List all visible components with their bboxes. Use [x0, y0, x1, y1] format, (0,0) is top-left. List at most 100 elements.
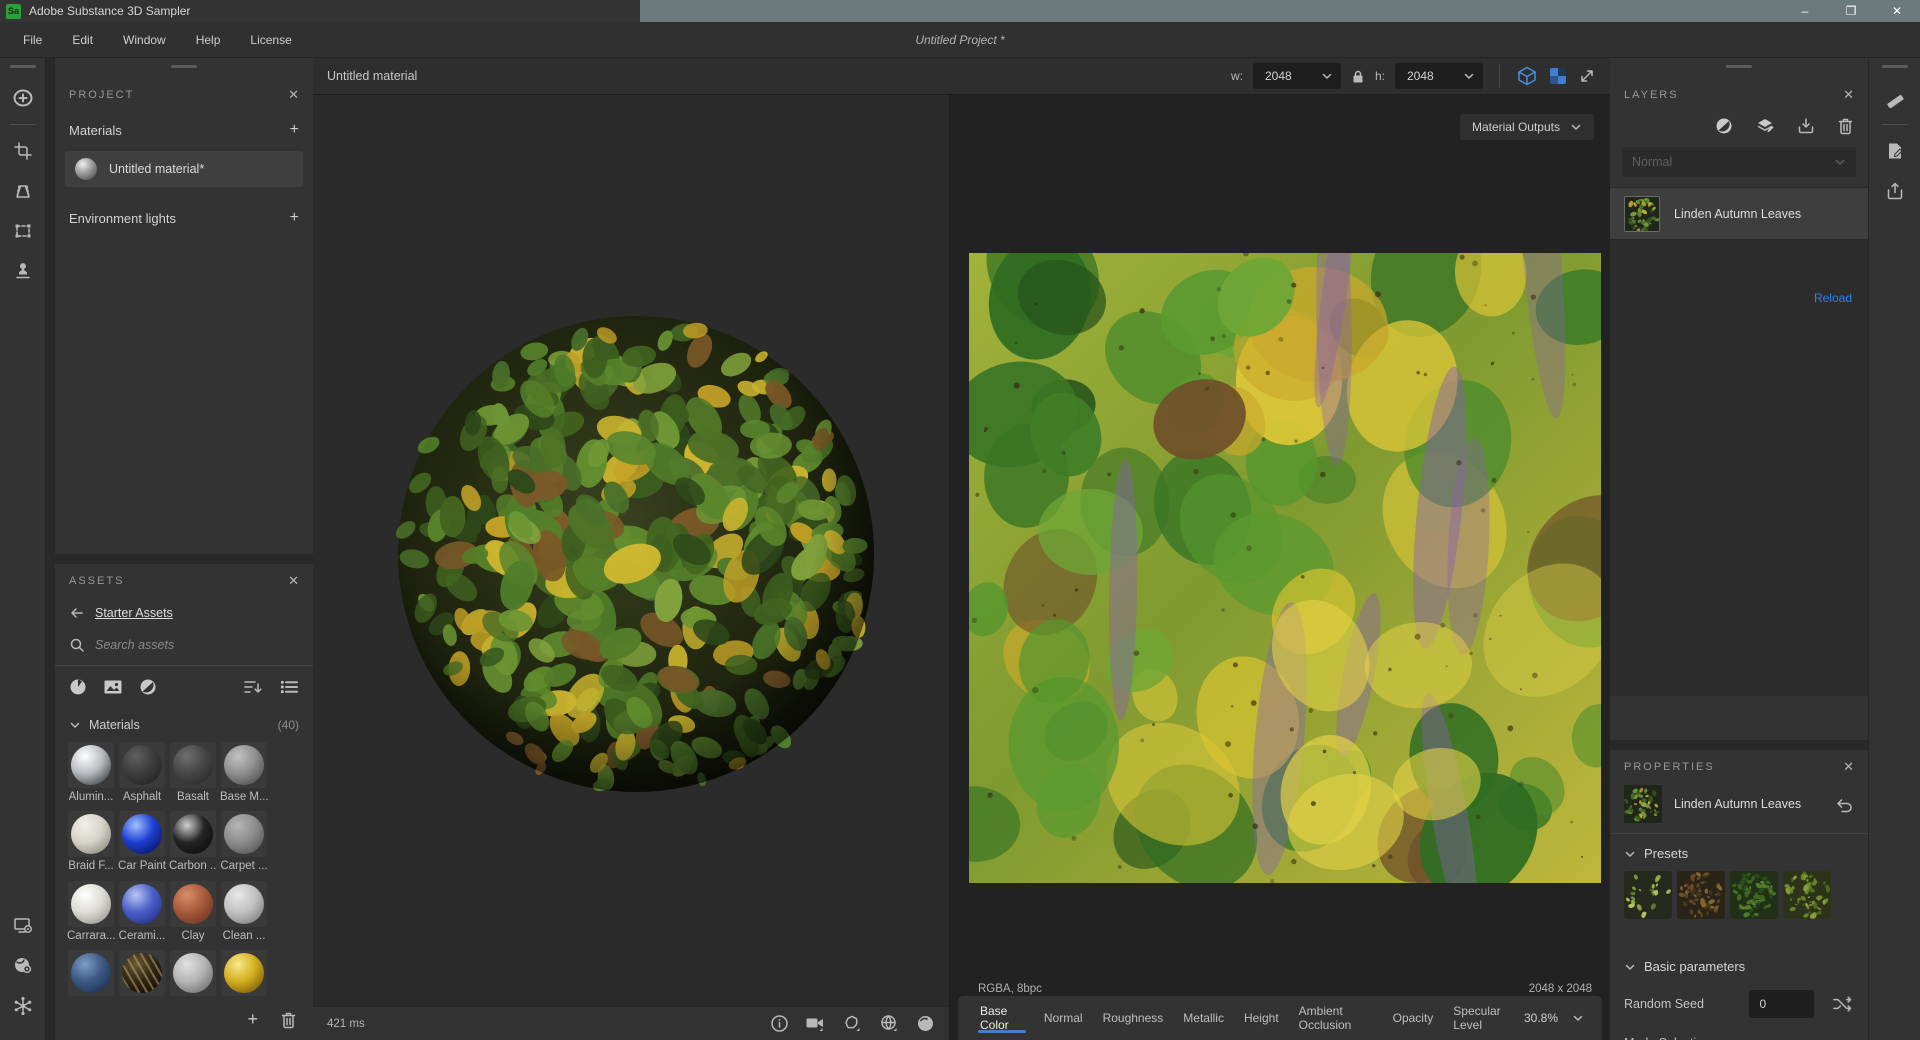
asset-thumbnail[interactable]	[68, 950, 114, 996]
asset-material-item[interactable]: Asphalt	[118, 742, 166, 805]
panel-drag-handle[interactable]	[10, 65, 36, 68]
asset-material-item[interactable]: Base M...	[220, 742, 268, 805]
blend-mode-select[interactable]: Normal	[1622, 147, 1856, 177]
assets-close-icon[interactable]: ✕	[288, 574, 299, 587]
asset-thumbnail[interactable]	[119, 742, 165, 788]
asset-thumbnail[interactable]	[170, 950, 216, 996]
expand-view-icon[interactable]	[1578, 67, 1596, 85]
asset-material-item[interactable]: Cerami...	[118, 881, 166, 944]
shaded-sphere-icon[interactable]	[916, 1014, 935, 1033]
export-sbsar-button[interactable]	[1877, 131, 1913, 171]
asset-thumbnail[interactable]	[68, 811, 114, 857]
crop-tool-button[interactable]	[5, 131, 41, 171]
asset-thumbnail[interactable]	[68, 881, 114, 927]
view-2d-icon[interactable]	[1548, 66, 1568, 86]
menu-help[interactable]: Help	[181, 33, 236, 47]
panel-drag-handle[interactable]	[1882, 65, 1908, 68]
preset-green[interactable]	[1730, 871, 1778, 919]
asset-material-item[interactable]: Alumin...	[67, 742, 115, 805]
zoom-control[interactable]: 30.8%	[1524, 1011, 1590, 1025]
lock-icon[interactable]	[1351, 69, 1365, 84]
asset-material-item[interactable]: Basalt	[169, 742, 217, 805]
project-close-icon[interactable]: ✕	[288, 88, 299, 101]
randomize-seed-icon[interactable]	[1832, 994, 1854, 1014]
preset-yellow-green[interactable]	[1783, 871, 1831, 919]
fill-layer-icon[interactable]	[1715, 117, 1733, 135]
texture-preview[interactable]	[969, 253, 1601, 883]
tab-height[interactable]: Height	[1234, 996, 1289, 1040]
asset-thumbnail[interactable]	[221, 950, 267, 996]
menu-license[interactable]: License	[235, 33, 306, 47]
materials-category-header[interactable]: Materials (40)	[55, 708, 313, 740]
starter-assets-link[interactable]: Starter Assets	[95, 606, 173, 620]
asset-thumbnail[interactable]	[119, 881, 165, 927]
tab-ambient-occlusion[interactable]: Ambient Occlusion	[1289, 996, 1383, 1040]
environment-icon[interactable]	[842, 1014, 863, 1033]
info-icon[interactable]	[770, 1014, 789, 1033]
tab-normal[interactable]: Normal	[1034, 996, 1093, 1040]
asset-material-item[interactable]	[118, 950, 166, 1001]
filter-images-icon[interactable]	[103, 678, 123, 696]
asset-material-item[interactable]: Carrara...	[67, 881, 115, 944]
tab-metallic[interactable]: Metallic	[1173, 996, 1234, 1040]
adjustment-layer-icon[interactable]	[1755, 117, 1775, 135]
height-select[interactable]: 2048	[1395, 63, 1483, 89]
layers-close-icon[interactable]: ✕	[1843, 88, 1854, 101]
project-material-item[interactable]: Untitled material*	[65, 151, 303, 187]
asset-material-item[interactable]: Clean ...	[220, 881, 268, 944]
add-asset-button[interactable]	[5, 78, 41, 118]
undo-icon[interactable]	[1834, 795, 1854, 813]
asset-material-item[interactable]: Carbon ...	[169, 811, 217, 874]
asset-thumbnail[interactable]	[68, 742, 114, 788]
add-material-button[interactable]: +	[290, 121, 299, 139]
minimize-button[interactable]: –	[1782, 0, 1828, 22]
camera-icon[interactable]	[805, 1014, 826, 1033]
menu-window[interactable]: Window	[108, 33, 181, 47]
list-view-icon[interactable]	[279, 678, 299, 696]
reload-link[interactable]: Reload	[1814, 291, 1852, 305]
properties-close-icon[interactable]: ✕	[1843, 760, 1854, 773]
project-panel-drag-handle[interactable]	[171, 65, 197, 68]
tab-roughness[interactable]: Roughness	[1093, 996, 1174, 1040]
environment-settings-button[interactable]	[5, 946, 41, 986]
delete-asset-icon[interactable]	[280, 1011, 297, 1029]
import-layer-icon[interactable]	[1797, 117, 1815, 135]
clone-stamp-tool-button[interactable]	[5, 251, 41, 291]
basic-parameters-header[interactable]: Basic parameters	[1610, 933, 1868, 982]
asset-material-item[interactable]	[220, 950, 268, 1001]
filter-materials-icon[interactable]	[69, 678, 87, 696]
viewport-3d[interactable]: 421 ms	[313, 95, 950, 1040]
asset-thumbnail[interactable]	[170, 881, 216, 927]
asset-material-item[interactable]	[67, 950, 115, 1001]
asset-material-item[interactable]: Carpet ...	[220, 811, 268, 874]
share-export-button[interactable]	[1877, 171, 1913, 211]
add-asset-footer-button[interactable]: +	[247, 1009, 258, 1030]
presets-section-header[interactable]: Presets	[1610, 834, 1868, 869]
sort-icon[interactable]	[243, 678, 263, 696]
asset-thumbnail[interactable]	[221, 742, 267, 788]
random-seed-input[interactable]: 0	[1749, 990, 1814, 1018]
delete-layer-icon[interactable]	[1837, 117, 1854, 135]
asset-material-item[interactable]: Car Paint	[118, 811, 166, 874]
menu-edit[interactable]: Edit	[57, 33, 108, 47]
layers-panel-drag-handle[interactable]	[1726, 65, 1752, 68]
asset-thumbnail[interactable]	[119, 950, 165, 996]
asset-thumbnail[interactable]	[170, 742, 216, 788]
menu-file[interactable]: File	[8, 33, 57, 47]
measure-tool-button[interactable]	[1877, 78, 1913, 118]
asset-material-item[interactable]	[169, 950, 217, 1001]
asset-thumbnail[interactable]	[170, 811, 216, 857]
material-outputs-dropdown[interactable]: Material Outputs	[1460, 114, 1594, 140]
close-button[interactable]: ✕	[1874, 0, 1920, 22]
material-tab-label[interactable]: Untitled material	[327, 69, 417, 83]
viewport-2d[interactable]: Material Outputs RGBA, 8bpc 2048 x 2048 …	[950, 95, 1610, 1040]
asset-material-item[interactable]: Braid F...	[67, 811, 115, 874]
tab-opacity[interactable]: Opacity	[1383, 996, 1444, 1040]
asset-material-item[interactable]: Clay	[169, 881, 217, 944]
view-3d-icon[interactable]	[1516, 65, 1538, 87]
perspective-tool-button[interactable]	[5, 171, 41, 211]
viewport-settings-button[interactable]	[5, 906, 41, 946]
tab-specular-level[interactable]: Specular Level	[1443, 996, 1522, 1040]
preset-brown[interactable]	[1677, 871, 1725, 919]
tab-base-color[interactable]: Base Color	[970, 996, 1034, 1040]
